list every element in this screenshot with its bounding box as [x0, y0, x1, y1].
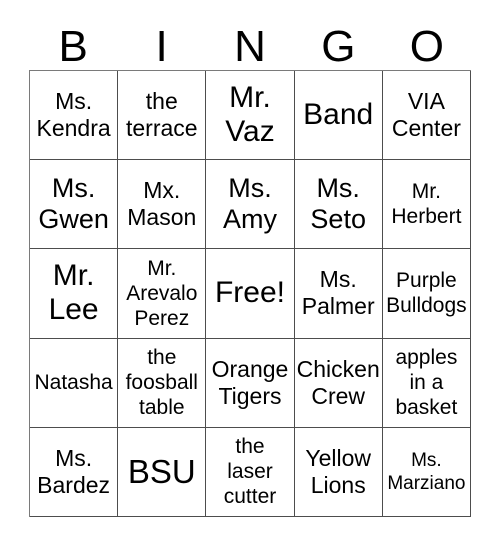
- bingo-cell-label: Yellow Lions: [305, 444, 372, 498]
- bingo-cell-label: Mr. Herbert: [391, 180, 462, 229]
- bingo-cell[interactable]: the terrace: [118, 71, 207, 161]
- bingo-cell[interactable]: Yellow Lions: [294, 427, 383, 517]
- bingo-cell-label: Ms. Gwen: [38, 173, 109, 235]
- bingo-cell[interactable]: Mr. Arevalo Perez: [118, 249, 207, 339]
- bingo-cell[interactable]: Ms. Kendra: [30, 71, 119, 161]
- bingo-cell[interactable]: the laser cutter: [206, 427, 295, 517]
- bingo-cell-label: Mr. Lee: [48, 259, 99, 327]
- bingo-cell[interactable]: Band: [294, 71, 383, 161]
- header-letter-g: G: [321, 22, 356, 71]
- bingo-cell[interactable]: Ms. Amy: [206, 160, 295, 250]
- bingo-grid: Ms. Kendra the terrace Mr. Vaz Band VIA Cent…: [29, 70, 471, 517]
- bingo-cell-label: Orange Tigers: [211, 355, 289, 409]
- bingo-cell-label: Free!: [214, 276, 285, 310]
- bingo-cell[interactable]: Mr. Lee: [30, 249, 119, 339]
- bingo-cell-label: Band: [303, 98, 374, 132]
- header-letter-o: O: [409, 22, 444, 71]
- bingo-cell[interactable]: Natasha: [30, 338, 119, 428]
- bingo-cell[interactable]: Ms. Bardez: [30, 427, 119, 517]
- bingo-cell-label: apples in a basket: [395, 346, 458, 420]
- bingo-cell-label: Chicken Crew: [296, 355, 380, 409]
- header-letter-b: B: [58, 22, 88, 71]
- bingo-cell[interactable]: Chicken Crew: [294, 338, 383, 428]
- bingo-free-space[interactable]: Free!: [206, 249, 295, 339]
- bingo-cell-label: Ms. Amy: [222, 173, 277, 235]
- bingo-cell[interactable]: Purple Bulldogs: [382, 249, 471, 339]
- bingo-cell-label: Natasha: [34, 371, 113, 395]
- bingo-cell[interactable]: Ms. Palmer: [294, 249, 383, 339]
- bingo-cell-label: Ms. Kendra: [36, 88, 111, 142]
- bingo-cell-label: Ms. Marziano: [387, 449, 466, 494]
- bingo-cell[interactable]: Orange Tigers: [206, 338, 295, 428]
- bingo-cell-label: the laser cutter: [223, 435, 277, 509]
- bingo-cell[interactable]: Mr. Herbert: [382, 160, 471, 250]
- bingo-cell[interactable]: Mr. Vaz: [206, 71, 295, 161]
- bingo-cell[interactable]: the foosball table: [118, 338, 207, 428]
- bingo-cell-label: BSU: [127, 453, 196, 491]
- bingo-cell[interactable]: BSU: [118, 427, 207, 517]
- bingo-cell-label: Mr. Arevalo Perez: [126, 256, 198, 330]
- bingo-header-row: B I N G O: [29, 16, 471, 70]
- bingo-cell-label: the foosball table: [125, 346, 198, 420]
- bingo-card: B I N G O Ms. Kendra the terrace Mr. Vaz Ba…: [0, 0, 500, 544]
- bingo-cell[interactable]: apples in a basket: [382, 338, 471, 428]
- bingo-cell-label: Ms. Seto: [310, 173, 366, 235]
- bingo-cell-label: Ms. Palmer: [301, 266, 375, 320]
- header-letter-i: I: [155, 22, 168, 71]
- bingo-cell[interactable]: VIA Center: [382, 71, 471, 161]
- bingo-cell[interactable]: Ms. Marziano: [382, 427, 471, 517]
- bingo-cell-label: Mr. Vaz: [225, 81, 275, 149]
- bingo-cell[interactable]: Ms. Seto: [294, 160, 383, 250]
- bingo-cell-label: Ms. Bardez: [37, 444, 111, 498]
- bingo-cell[interactable]: Ms. Gwen: [30, 160, 119, 250]
- bingo-cell-label: VIA Center: [391, 88, 461, 142]
- header-letter-n: N: [234, 22, 266, 71]
- bingo-cell-label: Mx. Mason: [127, 177, 197, 231]
- bingo-cell[interactable]: Mx. Mason: [118, 160, 207, 250]
- bingo-cell-label: the terrace: [125, 88, 198, 142]
- bingo-cell-label: Purple Bulldogs: [386, 269, 467, 318]
